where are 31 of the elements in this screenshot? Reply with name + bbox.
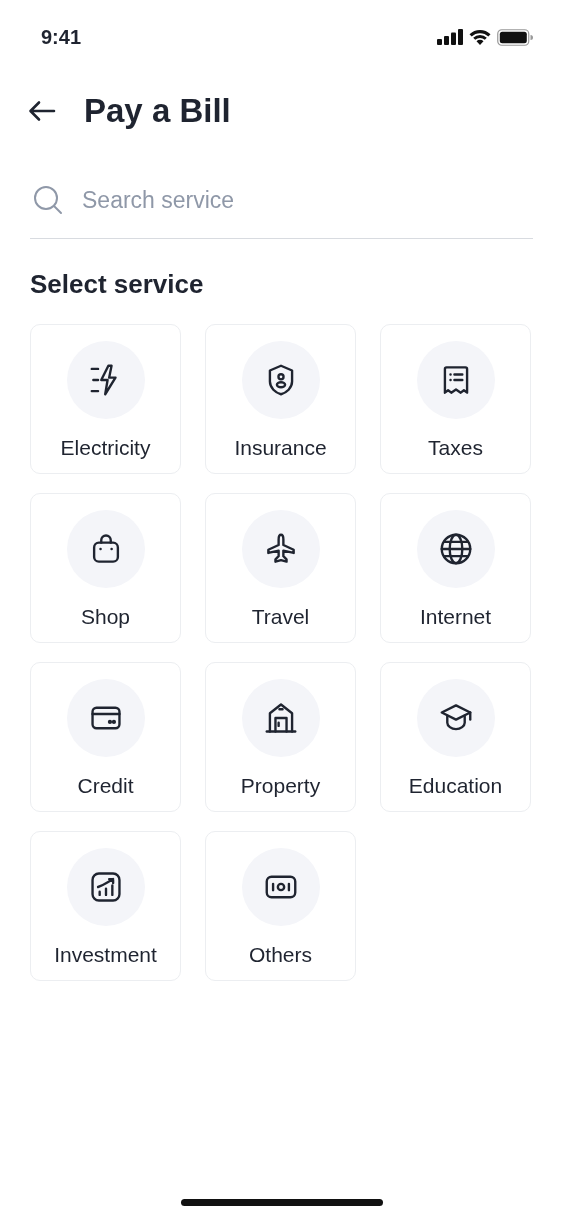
service-card[interactable]: Taxes [380, 324, 531, 474]
service-label: Property [240, 774, 321, 798]
service-card[interactable]: Travel [205, 493, 356, 643]
back-button[interactable] [28, 99, 56, 123]
search-icon [32, 184, 64, 216]
service-card[interactable]: Education [380, 662, 531, 812]
service-card[interactable]: Others [205, 831, 356, 981]
wifi-icon [469, 29, 491, 45]
battery-icon [497, 28, 533, 46]
service-card[interactable]: Investment [30, 831, 181, 981]
service-label: Others [249, 943, 312, 967]
signal-icon [437, 29, 463, 45]
service-label: Shop [80, 605, 130, 629]
service-card[interactable]: Electricity [30, 324, 181, 474]
service-label: Insurance [234, 436, 327, 460]
search-field[interactable]: Search service [82, 186, 482, 214]
service-card[interactable]: Internet [380, 493, 531, 643]
section-title: Select service [30, 269, 205, 300]
service-card[interactable]: Insurance [205, 324, 356, 474]
service-card[interactable]: Shop [30, 493, 181, 643]
service-label: Education [408, 774, 503, 798]
page-title: Pay a Bill [84, 92, 231, 130]
service-card[interactable]: Property [205, 662, 356, 812]
service-label: Travel [251, 605, 310, 629]
service-label: Internet [419, 605, 492, 629]
status-time: 9:41 [41, 25, 82, 49]
service-label: Taxes [428, 436, 483, 460]
service-label: Investment [54, 943, 157, 967]
service-label: Electricity [60, 436, 151, 460]
service-card[interactable]: Credit [30, 662, 181, 812]
service-label: Credit [77, 774, 134, 798]
